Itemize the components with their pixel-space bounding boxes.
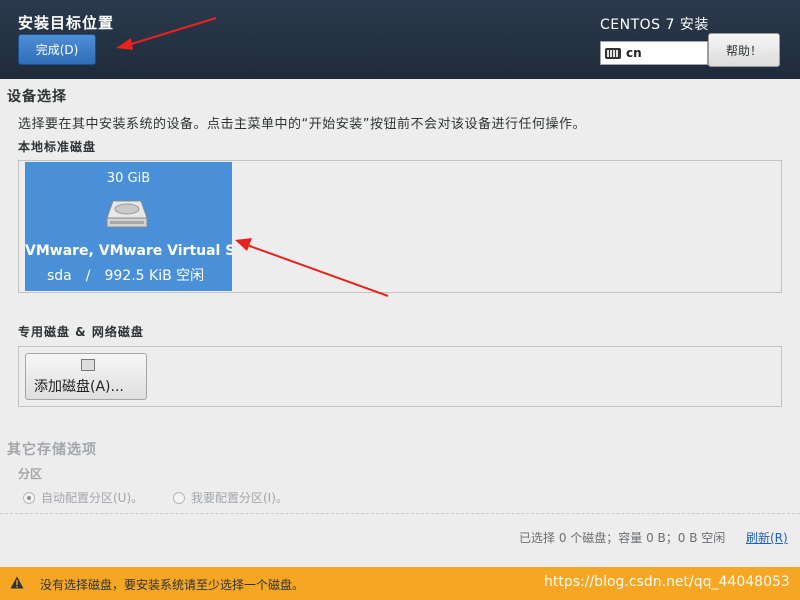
disk-icon <box>81 359 95 371</box>
keyboard-layout-indicator[interactable]: cn <box>600 41 708 65</box>
warning-icon <box>10 576 24 589</box>
warning-text: 没有选择磁盘，要安装系统请至少选择一个磁盘。 <box>40 578 305 592</box>
add-disk-label: 添加磁盘(A)... <box>34 379 124 395</box>
local-disks-title: 本地标准磁盘 <box>18 140 97 154</box>
other-storage-title: 其它存储选项 <box>7 442 97 458</box>
help-button[interactable]: 帮助！ <box>708 33 780 67</box>
auto-partition-radio[interactable]: 自动配置分区(U)。 <box>23 489 143 506</box>
disk-name: VMware, VMware Virtual S <box>25 243 232 259</box>
disk-separator: / <box>85 268 91 284</box>
radio-dot <box>173 491 185 504</box>
warning-bar[interactable]: 没有选择磁盘，要安装系统请至少选择一个磁盘。 https://blog.csdn… <box>0 567 800 600</box>
keyboard-icon <box>605 47 621 59</box>
divider <box>0 513 800 514</box>
hard-drive-icon <box>106 200 148 228</box>
device-selection-title: 设备选择 <box>7 89 67 105</box>
partition-label: 分区 <box>18 467 43 481</box>
header-bar: 安装目标位置 完成(D) CENTOS 7 安装 cn 帮助！ <box>0 0 800 79</box>
watermark: https://blog.csdn.net/qq_44048053 <box>544 574 790 590</box>
page-title: 安装目标位置 <box>18 14 115 32</box>
manual-partition-radio[interactable]: 我要配置分区(I)。 <box>173 489 288 506</box>
radio-dot-checked <box>23 491 35 504</box>
done-button[interactable]: 完成(D) <box>18 34 96 65</box>
disk-size: 30 GiB <box>106 171 151 186</box>
manual-partition-label: 我要配置分区(I)。 <box>191 491 288 505</box>
auto-partition-label: 自动配置分区(U)。 <box>41 491 144 505</box>
refresh-link[interactable]: 刷新(R) <box>746 529 788 546</box>
selection-summary: 已选择 0 个磁盘；容量 0 B；0 B 空闲 <box>519 531 726 545</box>
product-title: CENTOS 7 安装 <box>600 17 709 33</box>
annotation-arrows <box>116 17 389 297</box>
device-selection-description: 选择要在其中安装系统的设备。点击主菜单中的“开始安装”按钮前不会对该设备进行任何… <box>18 117 586 132</box>
disk-device: sda <box>47 268 72 284</box>
special-disks-title: 专用磁盘 & 网络磁盘 <box>18 325 144 339</box>
keyboard-layout-label: cn <box>626 46 642 60</box>
disk-details: sda / 992.5 KiB 空闲 <box>47 265 218 285</box>
disk-card-sda[interactable]: 30 GiB VMware, VMware Virtual S sda / 992.… <box>25 162 232 291</box>
disk-free-space: 992.5 KiB 空闲 <box>104 268 205 284</box>
add-disk-button[interactable]: 添加磁盘(A)... <box>25 353 147 400</box>
